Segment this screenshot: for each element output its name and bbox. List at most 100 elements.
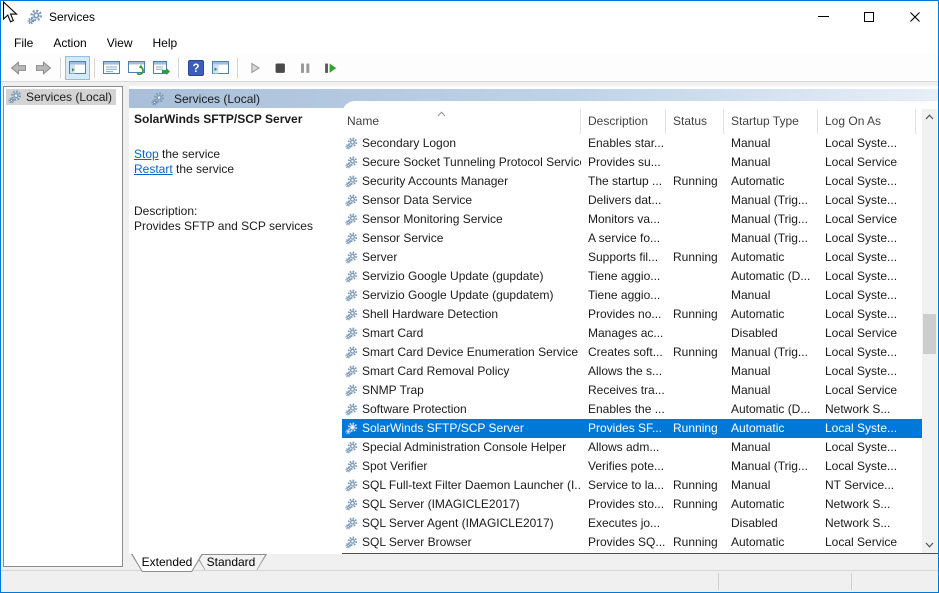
service-row[interactable]: SQL Server BrowserProvides SQ...RunningA… — [342, 533, 923, 552]
service-gear-icon — [345, 156, 358, 169]
tree-item-label: Services (Local) — [26, 90, 112, 104]
forward-button[interactable] — [31, 56, 56, 80]
back-button[interactable] — [6, 56, 31, 80]
start-service-button[interactable] — [242, 56, 267, 80]
show-action-pane-button[interactable] — [208, 56, 233, 80]
column-header-startup-type[interactable]: Startup Type — [724, 109, 818, 134]
service-name-cell: Smart Card Device Enumeration Service — [342, 343, 581, 362]
service-description: Monitors va... — [581, 210, 666, 229]
service-name: SQL Server Browser — [362, 533, 472, 552]
main-area: Services (Local) Services (Local) SolarW… — [1, 82, 938, 592]
service-name-cell: Smart Card — [342, 324, 581, 343]
service-description: Tiene aggio... — [581, 286, 666, 305]
service-startup-type: Automatic — [724, 419, 818, 438]
service-startup-type: Manual — [724, 438, 818, 457]
export-list-button[interactable] — [149, 56, 174, 80]
service-row[interactable]: Sensor Data ServiceDelivers dat...Manual… — [342, 191, 923, 210]
service-description: Creates soft... — [581, 343, 666, 362]
service-name: Smart Card — [362, 324, 423, 343]
vertical-scrollbar[interactable] — [922, 109, 937, 553]
back-icon — [9, 59, 28, 77]
service-gear-icon — [345, 422, 358, 435]
scroll-down-button[interactable] — [922, 537, 937, 553]
scroll-up-button[interactable] — [922, 109, 937, 125]
toolbar-separator — [60, 58, 61, 78]
service-row[interactable]: Sensor Monitoring ServiceMonitors va...M… — [342, 210, 923, 229]
service-description: Provides sto... — [581, 495, 666, 514]
scrollbar-thumb[interactable] — [923, 314, 936, 354]
stop-service-button[interactable] — [267, 56, 292, 80]
restart-service-button[interactable] — [317, 56, 342, 80]
restart-service-icon — [322, 60, 338, 76]
service-rows: Secondary LogonEnables star...ManualLoca… — [342, 134, 938, 552]
description-text: Provides SFTP and SCP services — [134, 219, 336, 234]
service-row[interactable]: Software ProtectionEnables the ...Automa… — [342, 400, 923, 419]
service-row[interactable]: ServerSupports fil...RunningAutomaticLoc… — [342, 248, 923, 267]
service-gear-icon — [345, 479, 358, 492]
service-description: Provides no... — [581, 305, 666, 324]
stop-service-link[interactable]: Stop — [134, 147, 159, 161]
tab-extended[interactable]: Extended — [131, 554, 203, 572]
services-list-panel: Name Description Status Startup Type Log… — [342, 101, 938, 554]
refresh-button[interactable] — [124, 56, 149, 80]
service-row[interactable]: Servizio Google Update (gupdate)Tiene ag… — [342, 267, 923, 286]
service-startup-type: Manual — [724, 476, 818, 495]
extended-detail-pane: SolarWinds SFTP/SCP Server Stop the serv… — [134, 112, 336, 234]
menu-view[interactable]: View — [97, 33, 143, 53]
minimize-button[interactable] — [800, 1, 846, 32]
service-startup-type: Automatic — [724, 533, 818, 552]
service-row[interactable]: Security Accounts ManagerThe startup ...… — [342, 172, 923, 191]
column-header-description[interactable]: Description — [581, 109, 666, 134]
maximize-icon — [864, 12, 874, 22]
menu-help[interactable]: Help — [143, 33, 188, 53]
service-log-on-as: NT Service... — [818, 476, 916, 495]
pause-service-icon — [297, 60, 313, 76]
service-gear-icon — [345, 460, 358, 473]
service-row[interactable]: SolarWinds SFTP/SCP ServerProvides SF...… — [342, 419, 923, 438]
toolbar: ? — [1, 54, 938, 82]
column-header-name[interactable]: Name — [342, 109, 581, 134]
service-row[interactable]: Secondary LogonEnables star...ManualLoca… — [342, 134, 923, 153]
service-startup-type: Manual — [724, 381, 818, 400]
services-gear-icon — [151, 92, 165, 106]
help-button[interactable]: ? — [183, 56, 208, 80]
service-log-on-as: Local Syste... — [818, 191, 916, 210]
service-name: SolarWinds SFTP/SCP Server — [362, 419, 524, 438]
column-header-log-on-as[interactable]: Log On As — [818, 109, 916, 134]
properties-icon — [103, 60, 120, 75]
service-name: Servizio Google Update (gupdatem) — [362, 286, 553, 305]
show-console-tree-button[interactable] — [65, 56, 90, 80]
service-name-cell: SQL Server Browser — [342, 533, 581, 552]
pause-service-button[interactable] — [292, 56, 317, 80]
menu-file[interactable]: File — [4, 33, 43, 53]
service-name: SNMP Trap — [362, 381, 424, 400]
menu-action[interactable]: Action — [43, 33, 96, 53]
service-log-on-as: Local Syste... — [818, 248, 916, 267]
service-row[interactable]: Special Administration Console HelperAll… — [342, 438, 923, 457]
close-button[interactable] — [892, 1, 938, 32]
service-row[interactable]: SQL Server (IMAGICLE2017)Provides sto...… — [342, 495, 923, 514]
service-log-on-as: Local Syste... — [818, 305, 916, 324]
service-row[interactable]: Smart Card Device Enumeration ServiceCre… — [342, 343, 923, 362]
service-row[interactable]: Sensor ServiceA service fo...Manual (Tri… — [342, 229, 923, 248]
service-gear-icon — [345, 213, 358, 226]
restart-service-link[interactable]: Restart — [134, 162, 173, 176]
service-row[interactable]: SNMP TrapReceives tra...ManualLocal Serv… — [342, 381, 923, 400]
service-row[interactable]: Smart CardManages ac...DisabledLocal Ser… — [342, 324, 923, 343]
service-row[interactable]: Shell Hardware DetectionProvides no...Ru… — [342, 305, 923, 324]
service-row[interactable]: Smart Card Removal PolicyAllows the s...… — [342, 362, 923, 381]
properties-button[interactable] — [99, 56, 124, 80]
service-name-cell: Server — [342, 248, 581, 267]
tree-item-services-local[interactable]: Services (Local) — [6, 89, 116, 105]
service-row[interactable]: SQL Full-text Filter Daemon Launcher (I.… — [342, 476, 923, 495]
service-row[interactable]: Servizio Google Update (gupdatem) Tiene a… — [342, 286, 923, 305]
service-row[interactable]: Secure Socket Tunneling Protocol Service… — [342, 153, 923, 172]
service-row[interactable]: SQL Server Agent (IMAGICLE2017)Executes … — [342, 514, 923, 533]
maximize-button[interactable] — [846, 1, 892, 32]
tab-extended-label: Extended — [131, 555, 203, 569]
list-header: Name Description Status Startup Type Log… — [342, 109, 938, 134]
service-row[interactable]: Spot VerifierVerifies pote...Manual (Tri… — [342, 457, 923, 476]
service-description: Service to la... — [581, 476, 666, 495]
service-name: Special Administration Console Helper — [362, 438, 566, 457]
column-header-status[interactable]: Status — [666, 109, 724, 134]
